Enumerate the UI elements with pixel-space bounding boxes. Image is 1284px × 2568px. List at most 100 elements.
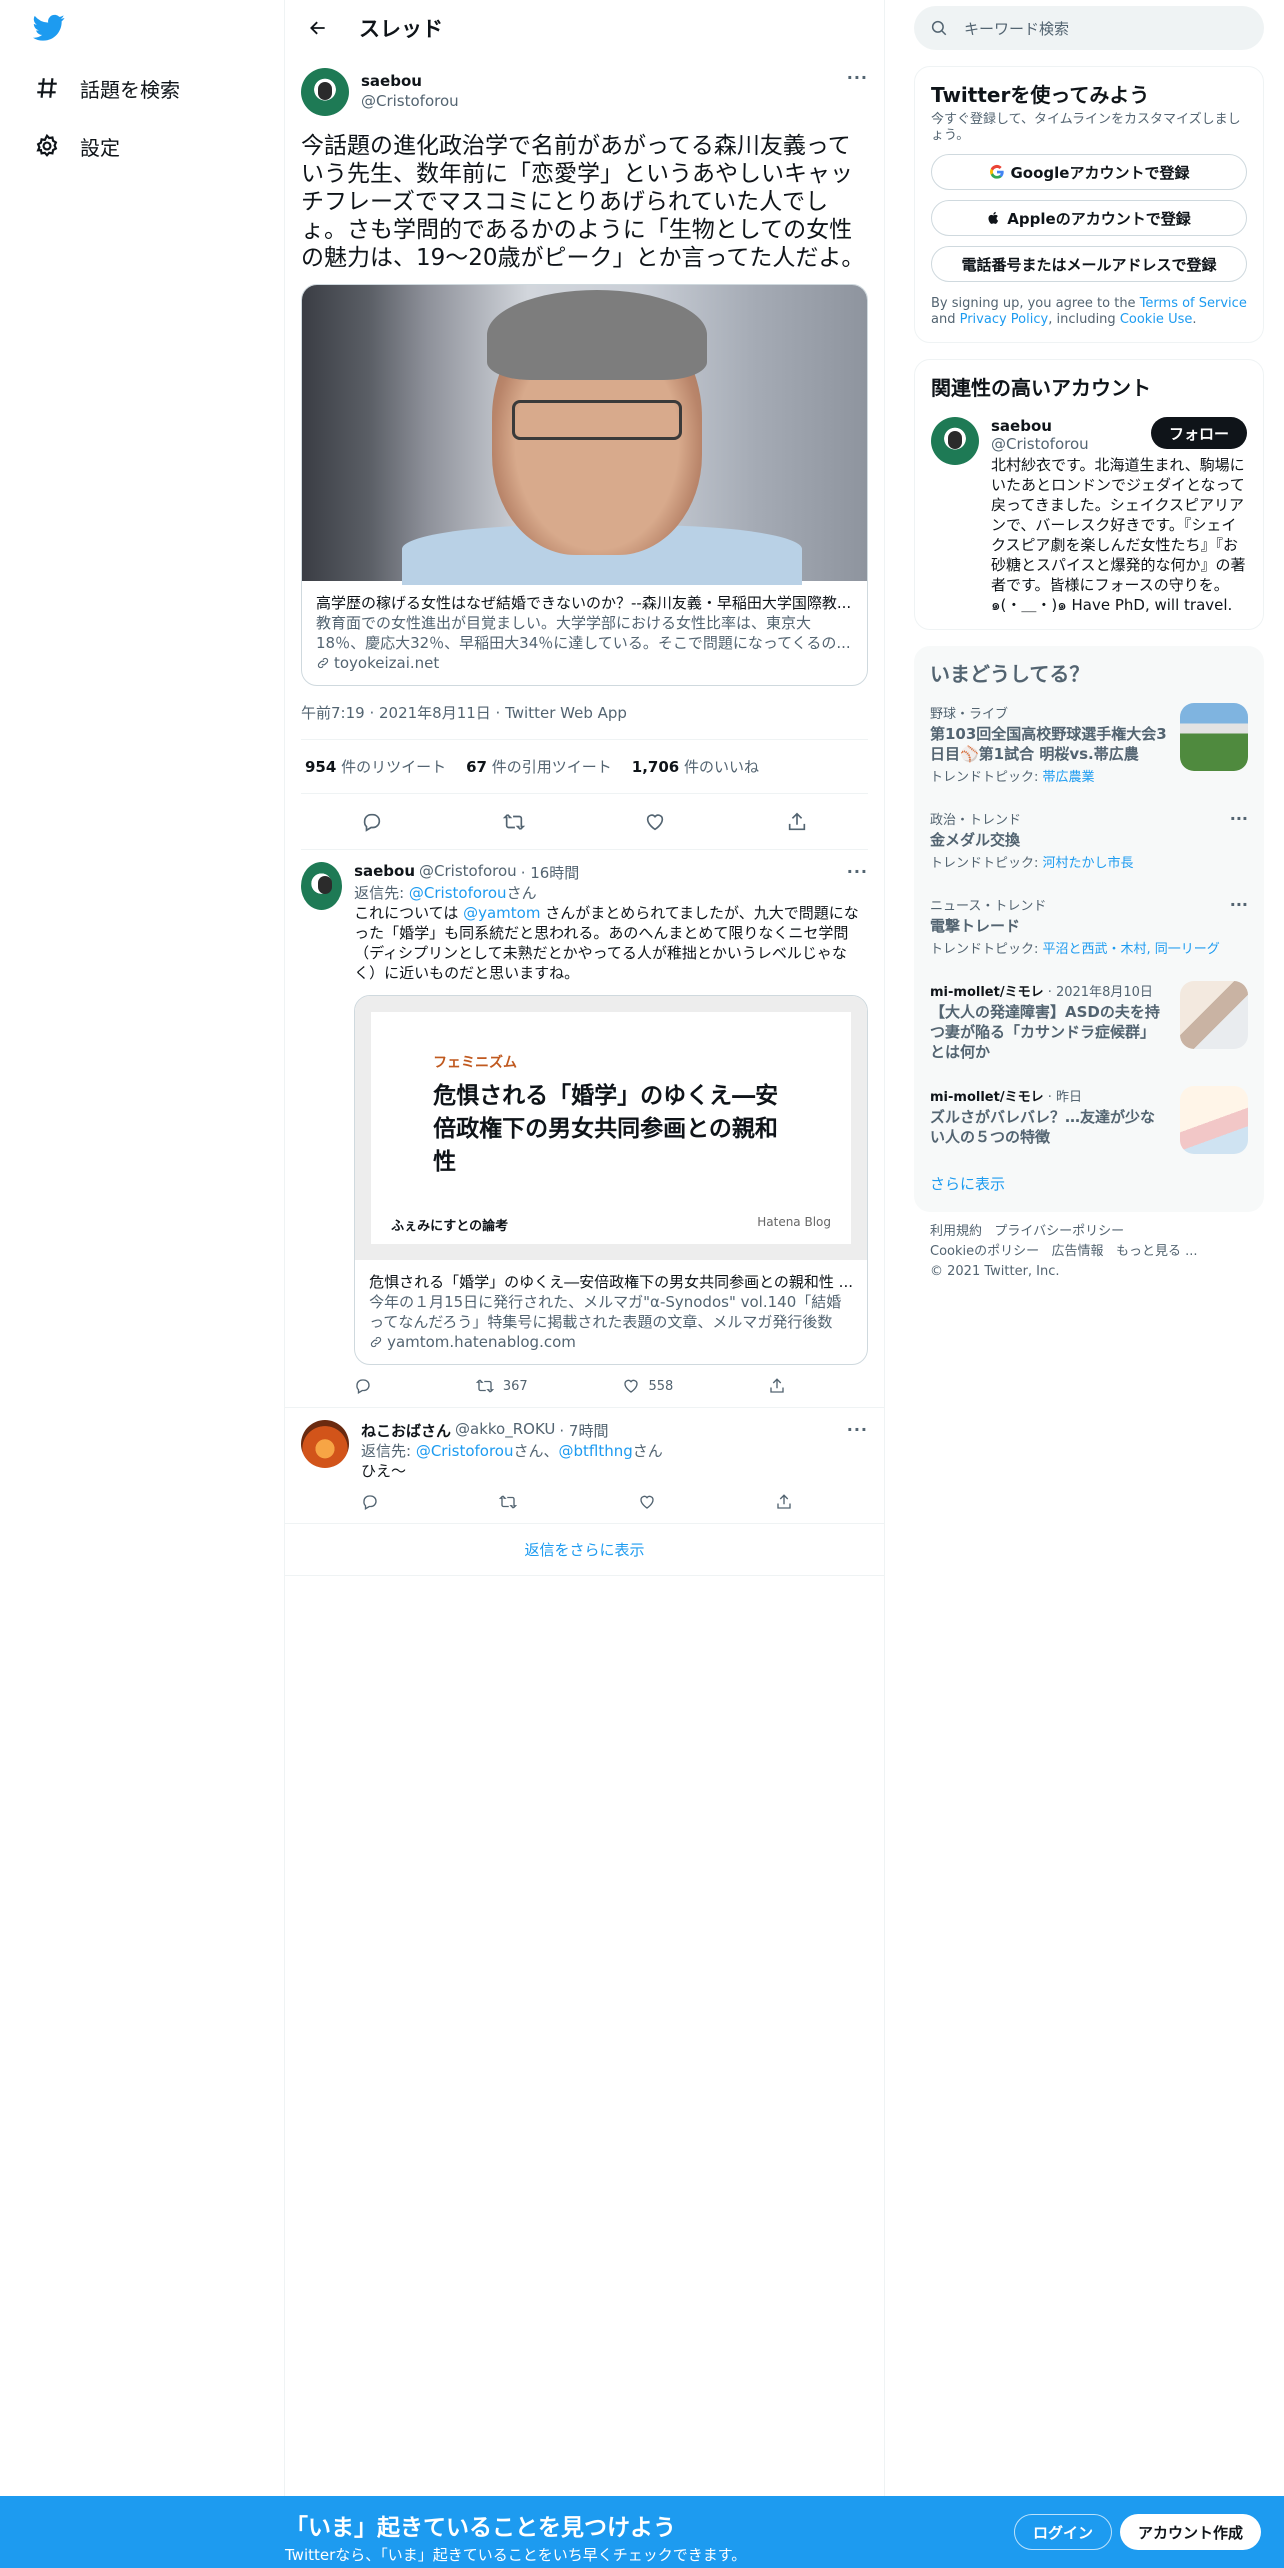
show-more-replies[interactable]: 返信をさらに表示 [285, 1524, 884, 1576]
like-button[interactable] [638, 1493, 664, 1511]
apple-signup-button[interactable]: Appleのアカウントで登録 [931, 200, 1247, 236]
signup-panel: Twitterを使ってみよう 今すぐ登録して、タイムラインをカスタマイズしましょ… [914, 66, 1264, 343]
retweet-count[interactable]: 954 件のリツイート [305, 756, 446, 777]
search-placeholder: キーワード検索 [964, 19, 1070, 38]
news-item[interactable]: mi-mollet/ミモレ · 2021年8月10日 【大人の発達障害】ASDの… [914, 969, 1264, 1074]
share-icon[interactable] [780, 805, 814, 839]
trend-item[interactable]: 野球・ライブ 第103回全国高校野球選手権大会3日目⚾第1試合 明桜vs.帯広農… [914, 691, 1264, 797]
trend-thumbnail [1180, 703, 1248, 771]
bottom-bar-subtitle: Twitterなら、「いま」起きていることをいち早くチェックできます。 [285, 2546, 747, 2564]
nav-explore[interactable]: 話題を検索 [32, 68, 180, 108]
like-icon[interactable] [638, 805, 672, 839]
retweet-button[interactable]: 367 [475, 1377, 528, 1395]
mention-link[interactable]: @Cristoforou [416, 1442, 514, 1460]
reply-author-handle[interactable]: @akko_ROKU [455, 1420, 555, 1441]
reply-actions: 367 558 [354, 1377, 794, 1395]
retweet-button[interactable] [498, 1493, 526, 1511]
like-button[interactable]: 558 [622, 1377, 673, 1395]
reply-button[interactable] [361, 1493, 387, 1511]
nav-settings[interactable]: 設定 [32, 126, 120, 166]
trend-topic-link[interactable]: 平沼と西武・木村, 同一リーグ [1043, 942, 1220, 957]
related-accounts-panel: 関連性の高いアカウント saebou @Cristoforou フォロー 北村紗… [914, 359, 1264, 630]
copyright: © 2021 Twitter, Inc. [930, 1264, 1060, 1279]
tweet-meta[interactable]: 午前7:19 · 2021年8月11日 · Twitter Web App [301, 702, 868, 740]
reply-tweet[interactable]: saebou @Cristoforou · 16時間 ··· 返信先: @Cri… [285, 850, 884, 1408]
trend-item[interactable]: ニュース・トレンド 電撃トレード トレンドトピック: 平沼と西武・木村, 同一リ… [914, 883, 1264, 969]
footer-more[interactable]: もっと見る ... [1116, 1244, 1198, 1259]
more-options-icon[interactable]: ··· [847, 862, 868, 883]
share-button[interactable] [775, 1493, 801, 1511]
reply-author-name[interactable]: ねこおばさん [361, 1420, 451, 1441]
login-button[interactable]: ログイン [1014, 2514, 1113, 2550]
more-options-icon[interactable]: ··· [1230, 809, 1248, 828]
avatar[interactable] [931, 417, 979, 465]
author-handle[interactable]: @Cristoforou [361, 92, 459, 110]
card-image [302, 285, 867, 585]
reply-icon[interactable] [355, 805, 389, 839]
twitter-logo-icon[interactable] [33, 14, 65, 46]
trend-topic-link[interactable]: 河村たかし市長 [1043, 856, 1134, 871]
avatar[interactable] [301, 68, 349, 116]
news-source: mi-mollet/ミモレ [930, 985, 1044, 1000]
trend-topic-link[interactable]: 帯広農業 [1043, 770, 1095, 785]
phone-email-signup-button[interactable]: 電話番号またはメールアドレスで登録 [931, 246, 1247, 282]
reply-author-name[interactable]: saebou [354, 862, 415, 883]
google-signup-button[interactable]: Googleアカウントで登録 [931, 154, 1247, 190]
tweet-stats: 954 件のリツイート 67 件の引用ツイート 1,706 件のいいね [301, 740, 868, 794]
card-domain: yamtom.hatenablog.com [387, 1333, 576, 1351]
news-item[interactable]: mi-mollet/ミモレ · 昨日 ズルさがバレバレ？…友達が少ない人の５つの… [914, 1074, 1264, 1159]
reply-tweet[interactable]: ねこおばさん @akko_ROKU · 7時間 ··· 返信先: @Cristo… [285, 1408, 884, 1524]
footer-ads[interactable]: 広告情報 [1052, 1244, 1104, 1259]
card-image: フェミニズム 危惧される「婚学」のゆくえ―安倍政権下の男女共同参画との親和性 ふ… [355, 996, 867, 1260]
reply-actions [361, 1493, 801, 1511]
footer-privacy[interactable]: プライバシーポリシー [994, 1224, 1124, 1239]
avatar[interactable] [301, 1420, 349, 1468]
hashtag-icon [32, 73, 62, 103]
reply-time[interactable]: · 7時間 [559, 1420, 608, 1441]
follow-button[interactable]: フォロー [1150, 417, 1247, 449]
trends-show-more[interactable]: さらに表示 [914, 1159, 1264, 1212]
terms-link[interactable]: Terms of Service [1140, 296, 1247, 311]
search-icon [931, 20, 947, 36]
like-count[interactable]: 1,706 件のいいね [632, 756, 759, 777]
retweet-icon[interactable] [497, 805, 531, 839]
account-handle[interactable]: @Cristoforou [991, 435, 1089, 453]
retweet-icon [475, 1379, 494, 1393]
reply-author-handle[interactable]: @Cristoforou [419, 862, 517, 883]
search-input[interactable]: キーワード検索 [914, 6, 1264, 50]
mention-link[interactable]: @btflthng [559, 1442, 633, 1460]
mention-link[interactable]: @Cristoforou [409, 884, 507, 902]
reply-to-line: 返信先: @Cristoforouさん、@btflthngさん [361, 1442, 663, 1460]
footer-links: 利用規約 プライバシーポリシー Cookieのポリシー 広告情報 もっと見る .… [914, 1212, 1264, 1292]
news-thumbnail [1180, 981, 1248, 1049]
avatar[interactable] [301, 862, 343, 910]
card-image-title: 危惧される「婚学」のゆくえ―安倍政権下の男女共同参画との親和性 [433, 1083, 779, 1175]
back-arrow-icon[interactable] [301, 11, 335, 45]
related-account[interactable]: saebou @Cristoforou フォロー 北村紗衣です。北海道生まれ、駒… [915, 405, 1263, 629]
reply-button[interactable] [354, 1377, 380, 1395]
signup-button[interactable]: アカウント作成 [1120, 2514, 1262, 2550]
mention-link[interactable]: @yamtom [463, 904, 540, 922]
trend-item[interactable]: 政治・トレンド 金メダル交換 トレンドトピック: 河村たかし市長 ··· [914, 797, 1264, 883]
share-button[interactable] [768, 1377, 794, 1395]
quote-count[interactable]: 67 件の引用ツイート [466, 756, 612, 777]
link-icon [370, 1336, 382, 1348]
link-card[interactable]: フェミニズム 危惧される「婚学」のゆくえ―安倍政権下の男女共同参画との親和性 ふ… [354, 995, 868, 1365]
footer-terms[interactable]: 利用規約 [930, 1224, 982, 1239]
reply-time[interactable]: · 16時間 [521, 862, 580, 883]
more-options-icon[interactable]: ··· [1230, 895, 1248, 914]
footer-cookie[interactable]: Cookieのポリシー [930, 1244, 1039, 1259]
share-icon [770, 1378, 784, 1393]
account-bio: 北村紗衣です。北海道生まれ、駒場にいたあとロンドンでジェダイとなって戻ってきまし… [991, 456, 1246, 614]
retweet-icon [499, 1495, 518, 1509]
more-options-icon[interactable]: ··· [847, 68, 868, 87]
author-name[interactable]: saebou [361, 72, 459, 90]
card-description: 今年の１月15日に発行された、メルマガ"α-Synodos" vol.140「結… [369, 1293, 842, 1331]
more-options-icon[interactable]: ··· [847, 1420, 868, 1441]
apple-icon [988, 211, 999, 224]
link-card[interactable]: 高学歴の稼げる女性はなぜ結婚できないのか？--森川友義・早稲田大学国際教... … [301, 284, 868, 686]
privacy-link[interactable]: Privacy Policy [960, 312, 1049, 327]
cookie-link[interactable]: Cookie Use [1120, 312, 1193, 327]
reply-icon [363, 1495, 377, 1510]
account-name[interactable]: saebou [991, 417, 1089, 435]
